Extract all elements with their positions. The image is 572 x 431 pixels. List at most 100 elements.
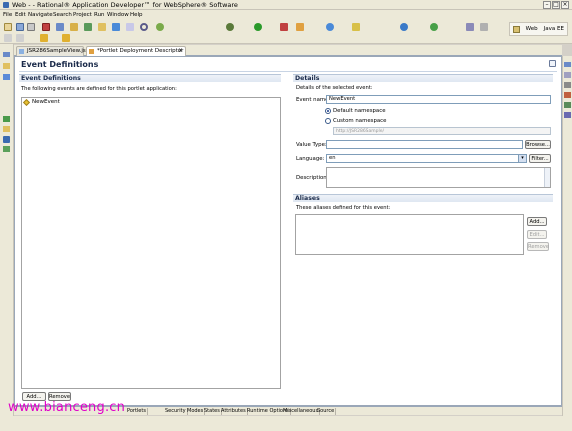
build-icon[interactable]	[56, 23, 64, 31]
problems-icon[interactable]	[564, 92, 571, 98]
event-definitions-description: The following events are defined for thi…	[21, 86, 177, 92]
add-alias-button[interactable]: Add...	[527, 217, 547, 226]
outline-icon[interactable]	[3, 74, 10, 80]
chevron-down-icon[interactable]: ▾	[518, 155, 526, 162]
pin-icon[interactable]	[480, 23, 488, 31]
page-tab-miscellaneous[interactable]: Miscellaneous	[282, 408, 321, 415]
task-icon[interactable]	[326, 23, 334, 31]
event-item-label: NewEvent	[32, 99, 60, 105]
details-heading: Details	[293, 74, 553, 82]
page-tab-attributes[interactable]: Attributes	[220, 408, 248, 415]
open-perspective-icon[interactable]	[512, 25, 520, 33]
console-icon[interactable]	[564, 82, 571, 88]
menu-help[interactable]: Help	[130, 12, 143, 18]
jsp-file-icon	[19, 49, 24, 54]
event-list[interactable]: NewEvent	[21, 97, 281, 389]
palette-icon[interactable]	[3, 146, 10, 152]
menu-edit[interactable]: Edit	[15, 12, 26, 18]
help-icon[interactable]	[549, 60, 556, 67]
browse-button[interactable]: Browse...	[525, 140, 551, 149]
servers-icon[interactable]	[564, 102, 571, 108]
restore-icon[interactable]	[3, 52, 10, 57]
title-bar: Web - - Rational® Application Developer™…	[0, 0, 572, 10]
watermark-text: www.bianceng.cn	[8, 400, 126, 415]
run-icon[interactable]	[254, 23, 262, 31]
server-icon[interactable]	[42, 23, 50, 31]
menu-window[interactable]: Window	[107, 12, 129, 18]
perspective-javaee[interactable]: Java EE	[544, 26, 564, 32]
wizard-icon[interactable]	[70, 23, 78, 31]
aliases-list[interactable]	[295, 214, 524, 255]
search-icon[interactable]	[140, 23, 148, 31]
event-name-field[interactable]: NewEvent	[326, 95, 551, 104]
snippets-icon[interactable]	[3, 116, 10, 122]
language-select[interactable]: en ▾	[326, 154, 527, 163]
project-explorer-icon[interactable]	[3, 63, 10, 69]
maximize-button[interactable]: □	[552, 1, 560, 9]
package-icon[interactable]	[84, 23, 92, 31]
page-tab-source[interactable]: Source	[316, 408, 337, 415]
form-title-separator	[19, 71, 557, 72]
file-icon[interactable]	[126, 23, 134, 31]
form-title: Event Definitions	[21, 60, 99, 69]
prev-annotation-icon[interactable]	[4, 34, 12, 42]
right-trim-bar	[562, 56, 572, 428]
new-icon[interactable]	[4, 23, 12, 31]
default-namespace-label: Default namespace	[333, 108, 386, 114]
aliases-description: These aliases defined for this event:	[296, 205, 391, 211]
minimize-button[interactable]: –	[543, 1, 551, 9]
page-tab-portlets[interactable]: Portlets	[126, 408, 148, 415]
window-title: Web - - Rational® Application Developer™…	[12, 1, 238, 9]
description-scrollbar[interactable]	[544, 168, 550, 187]
left-trim-bar	[0, 44, 14, 427]
print-icon[interactable]	[27, 23, 35, 31]
close-tab-icon[interactable]: ×	[178, 47, 183, 54]
tasks-icon[interactable]	[564, 112, 571, 118]
custom-namespace-label: Custom namespace	[333, 118, 387, 124]
restore-right-icon[interactable]	[564, 62, 571, 67]
custom-namespace-radio[interactable]	[325, 118, 331, 124]
description-field[interactable]	[326, 167, 551, 188]
menu-file[interactable]: File	[3, 12, 12, 18]
forward-icon[interactable]	[62, 34, 70, 42]
view-icon[interactable]	[466, 23, 474, 31]
debug-icon[interactable]	[226, 23, 234, 31]
save-icon[interactable]	[16, 23, 24, 31]
refresh-icon[interactable]	[430, 23, 438, 31]
edit-alias-button[interactable]: Edit...	[527, 230, 547, 239]
app-icon	[3, 2, 9, 8]
value-type-label: Value Type:	[296, 142, 327, 148]
external-tools-icon[interactable]	[280, 23, 288, 31]
next-annotation-icon[interactable]	[16, 34, 24, 42]
pencil-icon[interactable]	[352, 23, 360, 31]
custom-namespace-field[interactable]: http://JSR286Sample/	[333, 127, 551, 135]
menu-run[interactable]: Run	[94, 12, 105, 18]
menu-project[interactable]: Project	[73, 12, 92, 18]
page-tab-security[interactable]: Security	[164, 408, 188, 415]
web-icon[interactable]	[112, 23, 120, 31]
aliases-heading: Aliases	[293, 194, 553, 202]
properties-icon[interactable]	[564, 72, 571, 78]
folder-view-icon[interactable]	[3, 126, 10, 132]
tab-jsr286sampleview[interactable]: JSR286SampleView.jsp	[16, 46, 89, 56]
remove-alias-button[interactable]: Remove	[527, 242, 549, 251]
event-icon	[22, 98, 31, 107]
back-icon[interactable]	[40, 34, 48, 42]
menu-navigate[interactable]: Navigate	[28, 12, 53, 18]
value-type-field[interactable]	[326, 140, 523, 149]
tab-portlet-deployment-descriptor[interactable]: *Portlet Deployment Descriptor ×	[86, 46, 186, 56]
toolbar	[0, 20, 572, 44]
menu-bar: File Edit Navigate Search Project Run Wi…	[0, 10, 572, 20]
dollar-icon[interactable]	[3, 136, 10, 143]
close-button[interactable]: ×	[561, 1, 569, 9]
language-value: en	[329, 155, 336, 161]
sync-icon[interactable]	[156, 23, 164, 31]
globe-icon[interactable]	[400, 23, 408, 31]
default-namespace-radio[interactable]	[325, 108, 331, 114]
open-type-icon[interactable]	[296, 23, 304, 31]
folder-icon[interactable]	[98, 23, 106, 31]
filter-button[interactable]: Filter...	[529, 154, 551, 163]
menu-search[interactable]: Search	[53, 12, 72, 18]
perspective-web[interactable]: Web	[526, 26, 538, 32]
details-description: Details of the selected event:	[296, 85, 373, 91]
